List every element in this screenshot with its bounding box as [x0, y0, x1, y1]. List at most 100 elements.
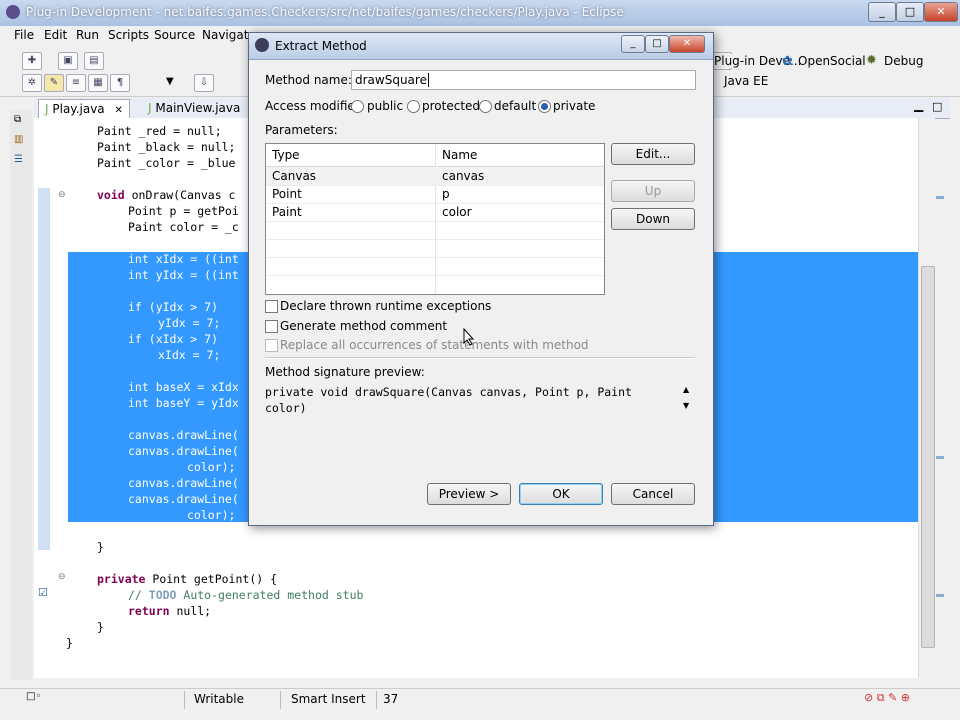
replace-all-checkbox[interactable] — [265, 339, 278, 352]
radio-protected[interactable] — [407, 100, 420, 113]
access-modifier-label: Access modifier: — [265, 99, 364, 113]
toggle-icon[interactable]: ≡ — [66, 74, 86, 92]
code-line: return null; — [128, 604, 212, 618]
parameters-label: Parameters: — [265, 123, 338, 137]
code-line: Paint _black = null; — [97, 140, 236, 154]
menu-run[interactable]: Run — [76, 28, 99, 42]
scroll-thumb[interactable] — [921, 266, 935, 648]
perspective-opensocial[interactable]: OpenSocial — [798, 54, 866, 68]
maximize-editor-icon[interactable]: □ — [932, 100, 942, 113]
restore-icon[interactable]: ⧉ — [14, 114, 21, 125]
status-insert-mode: Smart Insert — [291, 692, 366, 706]
minimize-editor-icon[interactable]: ▁ — [914, 98, 923, 112]
collapse-icon[interactable]: ⊖ — [58, 572, 66, 582]
overview-marker[interactable] — [936, 594, 944, 597]
vertical-scrollbar[interactable] — [918, 118, 935, 678]
close-tab-icon[interactable]: ✕ — [114, 105, 122, 116]
code-line: Paint color = _c — [128, 220, 239, 234]
extract-method-dialog: Extract Method _ □ ✕ Method name: drawSq… — [248, 32, 714, 526]
code-line: if (xIdx > 7) — [128, 332, 219, 346]
close-window-button[interactable]: ✕ — [924, 2, 958, 22]
radio-public-label[interactable]: public — [367, 99, 403, 113]
window-titlebar: Plug-in Development - net.baifes.games.C… — [0, 0, 960, 26]
code-line: Paint _red = null; — [97, 124, 222, 138]
preview-button[interactable]: Preview > — [427, 483, 511, 505]
scroll-up-icon[interactable]: ▲ — [683, 385, 689, 394]
generate-comment-checkbox[interactable] — [265, 320, 278, 333]
up-button[interactable]: Up — [611, 180, 695, 202]
dialog-close-button[interactable]: ✕ — [669, 35, 705, 53]
code-line: canvas.drawLine( — [128, 428, 239, 442]
table-row[interactable]: Paint color — [266, 203, 604, 221]
tab-mainview-java[interactable]: J MainView.java — [142, 99, 246, 117]
status-separator — [376, 691, 377, 709]
menu-file[interactable]: File — [14, 28, 34, 42]
ok-button[interactable]: OK — [519, 483, 603, 505]
minimize-button[interactable]: _ — [868, 2, 896, 22]
declare-exceptions-label[interactable]: Declare thrown runtime exceptions — [280, 299, 491, 313]
row-divider — [266, 239, 604, 240]
dialog-maximize-button[interactable]: □ — [645, 35, 669, 53]
method-name-input[interactable]: drawSquare — [351, 70, 696, 90]
next-annotation-icon[interactable]: ⇩ — [194, 74, 214, 92]
method-name-value: drawSquare — [355, 73, 427, 87]
declare-exceptions-checkbox[interactable] — [265, 300, 278, 313]
row-divider — [266, 185, 604, 186]
code-line: // TODO Auto-generated method stub — [128, 588, 364, 602]
radio-default-label[interactable]: default — [494, 99, 536, 113]
print-icon[interactable]: ▤ — [84, 52, 104, 70]
debug-run-icon[interactable]: ✲ — [22, 74, 42, 92]
perspective-debug[interactable]: Debug — [884, 54, 923, 68]
code-line: int baseY = yIdx — [128, 396, 239, 410]
param-name: canvas — [442, 169, 485, 183]
collapse-icon[interactable]: ⊖ — [58, 190, 66, 200]
paragraph-icon[interactable]: ¶ — [110, 74, 130, 92]
radio-protected-label[interactable]: protected — [422, 99, 480, 113]
generate-comment-label[interactable]: Generate method comment — [280, 319, 447, 333]
dialog-title: Extract Method — [275, 39, 367, 53]
code-line: } — [97, 540, 104, 554]
status-tools-icon[interactable]: ⊘ ⧉ ✎ ⊕ — [864, 691, 910, 705]
left-trim: ⧉ ▥ ☰ — [10, 110, 32, 680]
status-indicator-icon: □◦ — [26, 691, 42, 702]
radio-private[interactable] — [538, 100, 551, 113]
new-icon[interactable]: ✚ — [22, 52, 42, 70]
change-ruler — [38, 188, 50, 550]
param-name: p — [442, 187, 450, 201]
row-divider — [266, 221, 604, 222]
radio-private-label[interactable]: private — [553, 99, 595, 113]
parameters-table[interactable]: Type Name Canvas canvas Point p Paint co… — [265, 143, 605, 295]
column-header-name[interactable]: Name — [442, 144, 478, 167]
signature-preview: private void drawSquare(Canvas canvas, P… — [263, 381, 693, 421]
edit-button[interactable]: Edit... — [611, 143, 695, 165]
menu-scripts[interactable]: Scripts — [108, 28, 149, 42]
cancel-button[interactable]: Cancel — [611, 483, 695, 505]
down-button[interactable]: Down — [611, 208, 695, 230]
save-icon[interactable]: ▣ — [58, 52, 78, 70]
table-row[interactable]: Canvas canvas — [266, 167, 604, 185]
menu-edit[interactable]: Edit — [44, 28, 67, 42]
dialog-minimize-button[interactable]: _ — [621, 35, 645, 53]
column-header-type[interactable]: Type — [272, 144, 300, 167]
code-line: } — [97, 620, 104, 634]
highlight-icon[interactable]: ✎ — [44, 74, 64, 92]
chevron-down-icon[interactable]: ▼ — [166, 76, 174, 87]
code-line: canvas.drawLine( — [128, 476, 239, 490]
maximize-button[interactable]: □ — [896, 2, 924, 22]
radio-public[interactable] — [351, 100, 364, 113]
perspective-javaee[interactable]: Java EE — [724, 74, 768, 88]
block-icon[interactable]: ▦ — [88, 74, 108, 92]
param-type: Canvas — [272, 169, 317, 183]
dialog-titlebar: Extract Method _ □ ✕ — [249, 33, 713, 60]
tab-label: MainView.java — [155, 101, 241, 115]
overview-marker[interactable] — [936, 196, 944, 199]
scroll-down-icon[interactable]: ▼ — [683, 401, 689, 410]
hierarchy-icon[interactable]: ▥ — [14, 134, 23, 145]
outline-icon[interactable]: ☰ — [14, 154, 23, 165]
overview-marker[interactable] — [936, 456, 944, 459]
menu-source[interactable]: Source — [154, 28, 195, 42]
tab-play-java[interactable]: J Play.java ✕ — [38, 99, 130, 118]
radio-default[interactable] — [479, 100, 492, 113]
table-row[interactable]: Point p — [266, 185, 604, 203]
code-line: canvas.drawLine( — [128, 444, 239, 458]
